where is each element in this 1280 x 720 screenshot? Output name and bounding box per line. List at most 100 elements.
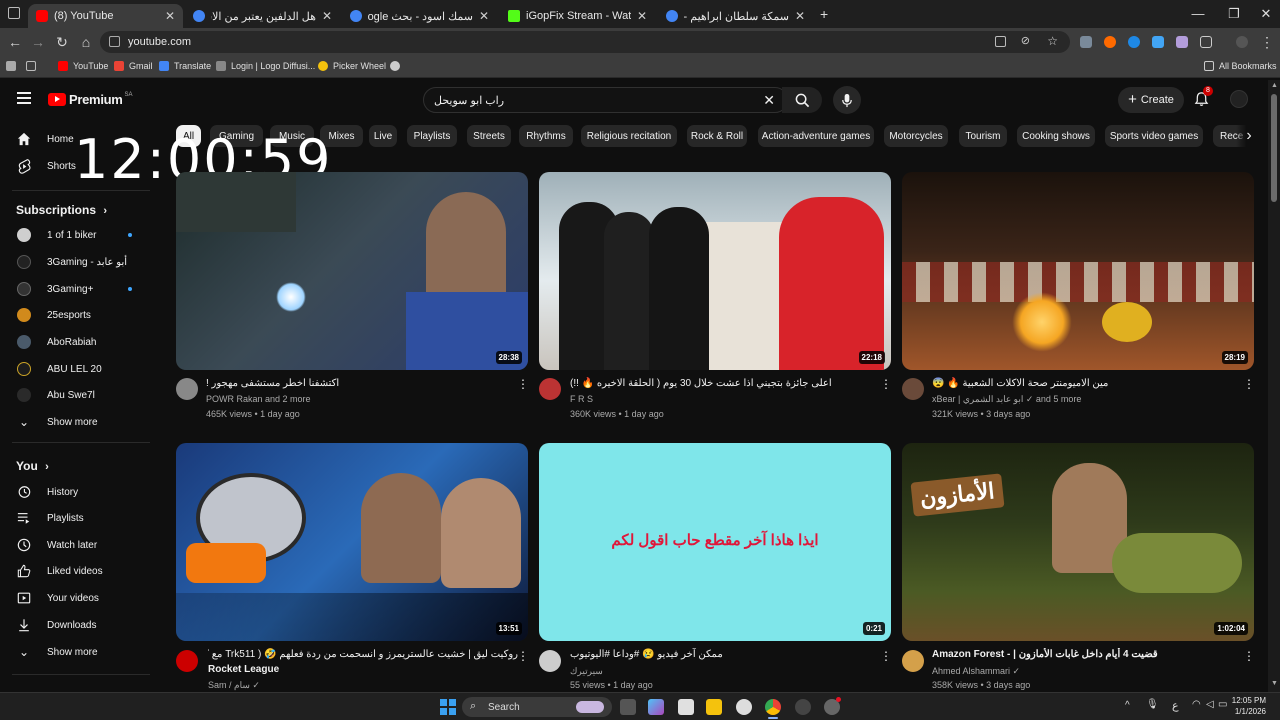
youtube-premium-logo[interactable]: Premium SA bbox=[48, 92, 133, 107]
windows-start-icon[interactable] bbox=[440, 699, 456, 715]
extension-icon[interactable] bbox=[1152, 36, 1164, 48]
bookmark-gmail[interactable]: Gmail bbox=[114, 61, 153, 71]
video-thumbnail[interactable]: 13:51 bbox=[176, 443, 528, 641]
show-hidden-icons-icon[interactable]: ^ bbox=[1125, 700, 1130, 711]
tab-google-search-2[interactable]: سمك اسود - بحث Google ✕ bbox=[342, 4, 497, 28]
subscriptions-heading[interactable]: Subscriptions › bbox=[16, 203, 107, 217]
input-language[interactable]: ع bbox=[1172, 699, 1179, 712]
apps-icon[interactable] bbox=[6, 61, 21, 71]
sidebar-subscription-aborabiah[interactable]: AboRabiah bbox=[0, 329, 150, 355]
video-title-line2[interactable]: Rocket League bbox=[208, 663, 518, 677]
back-icon[interactable]: ← bbox=[6, 34, 24, 50]
bookmark-youtube[interactable]: YouTube bbox=[58, 61, 108, 71]
sidebar-item-history[interactable]: History bbox=[0, 479, 150, 505]
video-thumbnail[interactable]: الأمازون 1:02:04 bbox=[902, 443, 1254, 641]
more-options-icon[interactable]: ⋮ bbox=[517, 649, 529, 663]
taskbar-search-box[interactable]: ⌕ Search bbox=[462, 697, 612, 717]
sidebar-item-downloads[interactable]: Downloads bbox=[0, 612, 150, 638]
tab-search-icon[interactable] bbox=[8, 7, 20, 19]
tab-google-search-3[interactable]: سمكة سلطان ابراهيم - بحث Google ✕ bbox=[658, 4, 813, 28]
sidebar-item-watch-later[interactable]: Watch later bbox=[0, 532, 150, 558]
store-icon[interactable] bbox=[678, 699, 694, 715]
sidebar-subscription-abu-lel-20[interactable]: ABU LEL 20 bbox=[0, 356, 150, 382]
chip-tourism[interactable]: Tourism bbox=[959, 125, 1007, 147]
video-title[interactable]: قضيت 4 أيام داخل غابات الأمازون | - Amaz… bbox=[932, 648, 1242, 662]
more-options-icon[interactable]: ⋮ bbox=[880, 649, 892, 663]
sidebar-subscription-abu-swe7l[interactable]: Abu Swe7l bbox=[0, 382, 150, 408]
more-options-icon[interactable]: ⋮ bbox=[880, 377, 892, 391]
video-channel[interactable]: سيرتيرك bbox=[570, 664, 603, 678]
volume-icon[interactable]: ◁ bbox=[1206, 699, 1214, 710]
video-channel[interactable]: Ahmed Alshammari ✓ bbox=[932, 664, 1020, 678]
new-tab-button[interactable]: + bbox=[820, 6, 828, 22]
tab-youtube[interactable]: (8) YouTube ✕ bbox=[28, 4, 183, 28]
more-options-icon[interactable]: ⋮ bbox=[1243, 377, 1255, 391]
system-clock[interactable]: 12:05 PM 1/1/2026 bbox=[1232, 695, 1266, 717]
sidebar-item-liked-videos[interactable]: Liked videos bbox=[0, 558, 150, 584]
hamburger-menu-icon[interactable] bbox=[17, 92, 31, 104]
close-tab-icon[interactable]: ✕ bbox=[795, 9, 805, 23]
extensions-puzzle-icon[interactable] bbox=[1200, 36, 1212, 48]
forward-icon[interactable]: → bbox=[29, 34, 47, 50]
wifi-icon[interactable]: ◠ bbox=[1192, 699, 1201, 710]
bookmark-picker-wheel[interactable]: Picker Wheel bbox=[318, 61, 386, 71]
home-button-icon[interactable]: ⌂ bbox=[77, 34, 95, 50]
create-button[interactable]: + Create bbox=[1118, 87, 1184, 113]
channel-avatar[interactable] bbox=[539, 378, 561, 400]
search-input[interactable]: راب ابو سويحل ✕ bbox=[423, 87, 788, 113]
extension-icon[interactable] bbox=[1080, 36, 1092, 48]
task-view-icon[interactable] bbox=[620, 699, 636, 715]
video-channel[interactable]: POWR Rakan and 2 more bbox=[206, 392, 311, 406]
scrollbar-thumb[interactable] bbox=[1271, 94, 1277, 202]
video-title[interactable]: مين الاميومنتر صحة الاكلات الشعبية 🔥 😨 bbox=[932, 377, 1242, 391]
microphone-tray-icon[interactable]: 🎙 bbox=[1146, 699, 1159, 710]
address-bar[interactable]: youtube.com ⊘ ☆ bbox=[100, 31, 1070, 53]
bookmark-logo-diffusion[interactable]: Login | Logo Diffusi... bbox=[216, 61, 315, 71]
video-title[interactable]: روكيت ليق | خشيت عالستريمرز و انسحمت من … bbox=[208, 648, 518, 662]
profile-avatar[interactable] bbox=[1236, 36, 1248, 48]
video-thumbnail[interactable]: 28:38 bbox=[176, 172, 528, 370]
tab-kick-stream[interactable]: iGopFix Stream - Watch Live on ✕ bbox=[500, 4, 655, 28]
sidebar-show-more[interactable]: ⌄ Show more bbox=[0, 409, 150, 435]
video-title[interactable]: ممكن آخر فيديو 😢 #وداعا #اليوتيوب bbox=[570, 648, 880, 662]
chip-religious-recitation[interactable]: Religious recitation bbox=[581, 125, 677, 147]
video-thumbnail[interactable]: 28:19 bbox=[902, 172, 1254, 370]
scroll-down-arrow-icon[interactable]: ▼ bbox=[1271, 680, 1278, 687]
file-explorer-icon[interactable] bbox=[706, 699, 722, 715]
sidebar-subscription-3gaming-plus[interactable]: 3Gaming+ bbox=[0, 276, 150, 302]
search-button[interactable] bbox=[782, 87, 822, 113]
grid-icon[interactable] bbox=[26, 61, 41, 71]
settings-gear-icon[interactable] bbox=[736, 699, 752, 715]
close-tab-icon[interactable]: ✕ bbox=[637, 9, 647, 23]
chrome-icon[interactable] bbox=[765, 699, 781, 715]
video-channel[interactable]: xBear | ابو عابد الشمري ✓ and 5 more bbox=[932, 392, 1081, 406]
video-channel[interactable]: Sam / سام ✓ bbox=[208, 678, 260, 692]
video-thumbnail[interactable]: 22:18 bbox=[539, 172, 891, 370]
more-options-icon[interactable]: ⋮ bbox=[517, 377, 529, 391]
more-options-icon[interactable]: ⋮ bbox=[1243, 649, 1255, 663]
you-heading[interactable]: You › bbox=[16, 459, 49, 473]
close-tab-icon[interactable]: ✕ bbox=[165, 9, 175, 23]
sidebar-item-your-videos[interactable]: Your videos bbox=[0, 585, 150, 611]
video-title[interactable]: اعلى جائزة بتجيني اذا عشت خلال 30 يوم ( … bbox=[570, 377, 880, 391]
sidebar-subscription-3gaming[interactable]: 3Gaming - أبو عابد bbox=[0, 249, 150, 275]
video-thumbnail[interactable]: ايذا هاذا آخر مقطع حاب اقول لكم 0:21 bbox=[539, 443, 891, 641]
all-bookmarks-folder[interactable]: All Bookmarks bbox=[1204, 61, 1277, 71]
install-app-icon[interactable] bbox=[995, 36, 1006, 47]
sidebar-subscription-1-of-1-biker[interactable]: 1 of 1 biker bbox=[0, 222, 150, 248]
sidebar-item-playlists[interactable]: Playlists bbox=[0, 505, 150, 531]
eye-off-icon[interactable]: ⊘ bbox=[1021, 34, 1030, 47]
bookmark-globe[interactable] bbox=[390, 61, 405, 71]
channel-avatar[interactable] bbox=[902, 650, 924, 672]
chip-sports-video-games[interactable]: Sports video games bbox=[1105, 125, 1203, 147]
close-window-icon[interactable]: ✕ bbox=[1256, 6, 1276, 22]
chip-rock-and-roll[interactable]: Rock & Roll bbox=[687, 125, 747, 147]
channel-avatar[interactable] bbox=[902, 378, 924, 400]
close-tab-icon[interactable]: ✕ bbox=[479, 9, 489, 23]
chip-streets[interactable]: Streets bbox=[467, 125, 511, 147]
extension-icon[interactable] bbox=[1104, 36, 1116, 48]
channel-avatar[interactable] bbox=[539, 650, 561, 672]
video-title[interactable]: اكتشفنا اخطر مستشفى مهجور ! bbox=[206, 377, 516, 391]
restore-icon[interactable]: ❐ bbox=[1224, 6, 1244, 22]
chrome-menu-icon[interactable]: ⋮ bbox=[1258, 34, 1276, 51]
